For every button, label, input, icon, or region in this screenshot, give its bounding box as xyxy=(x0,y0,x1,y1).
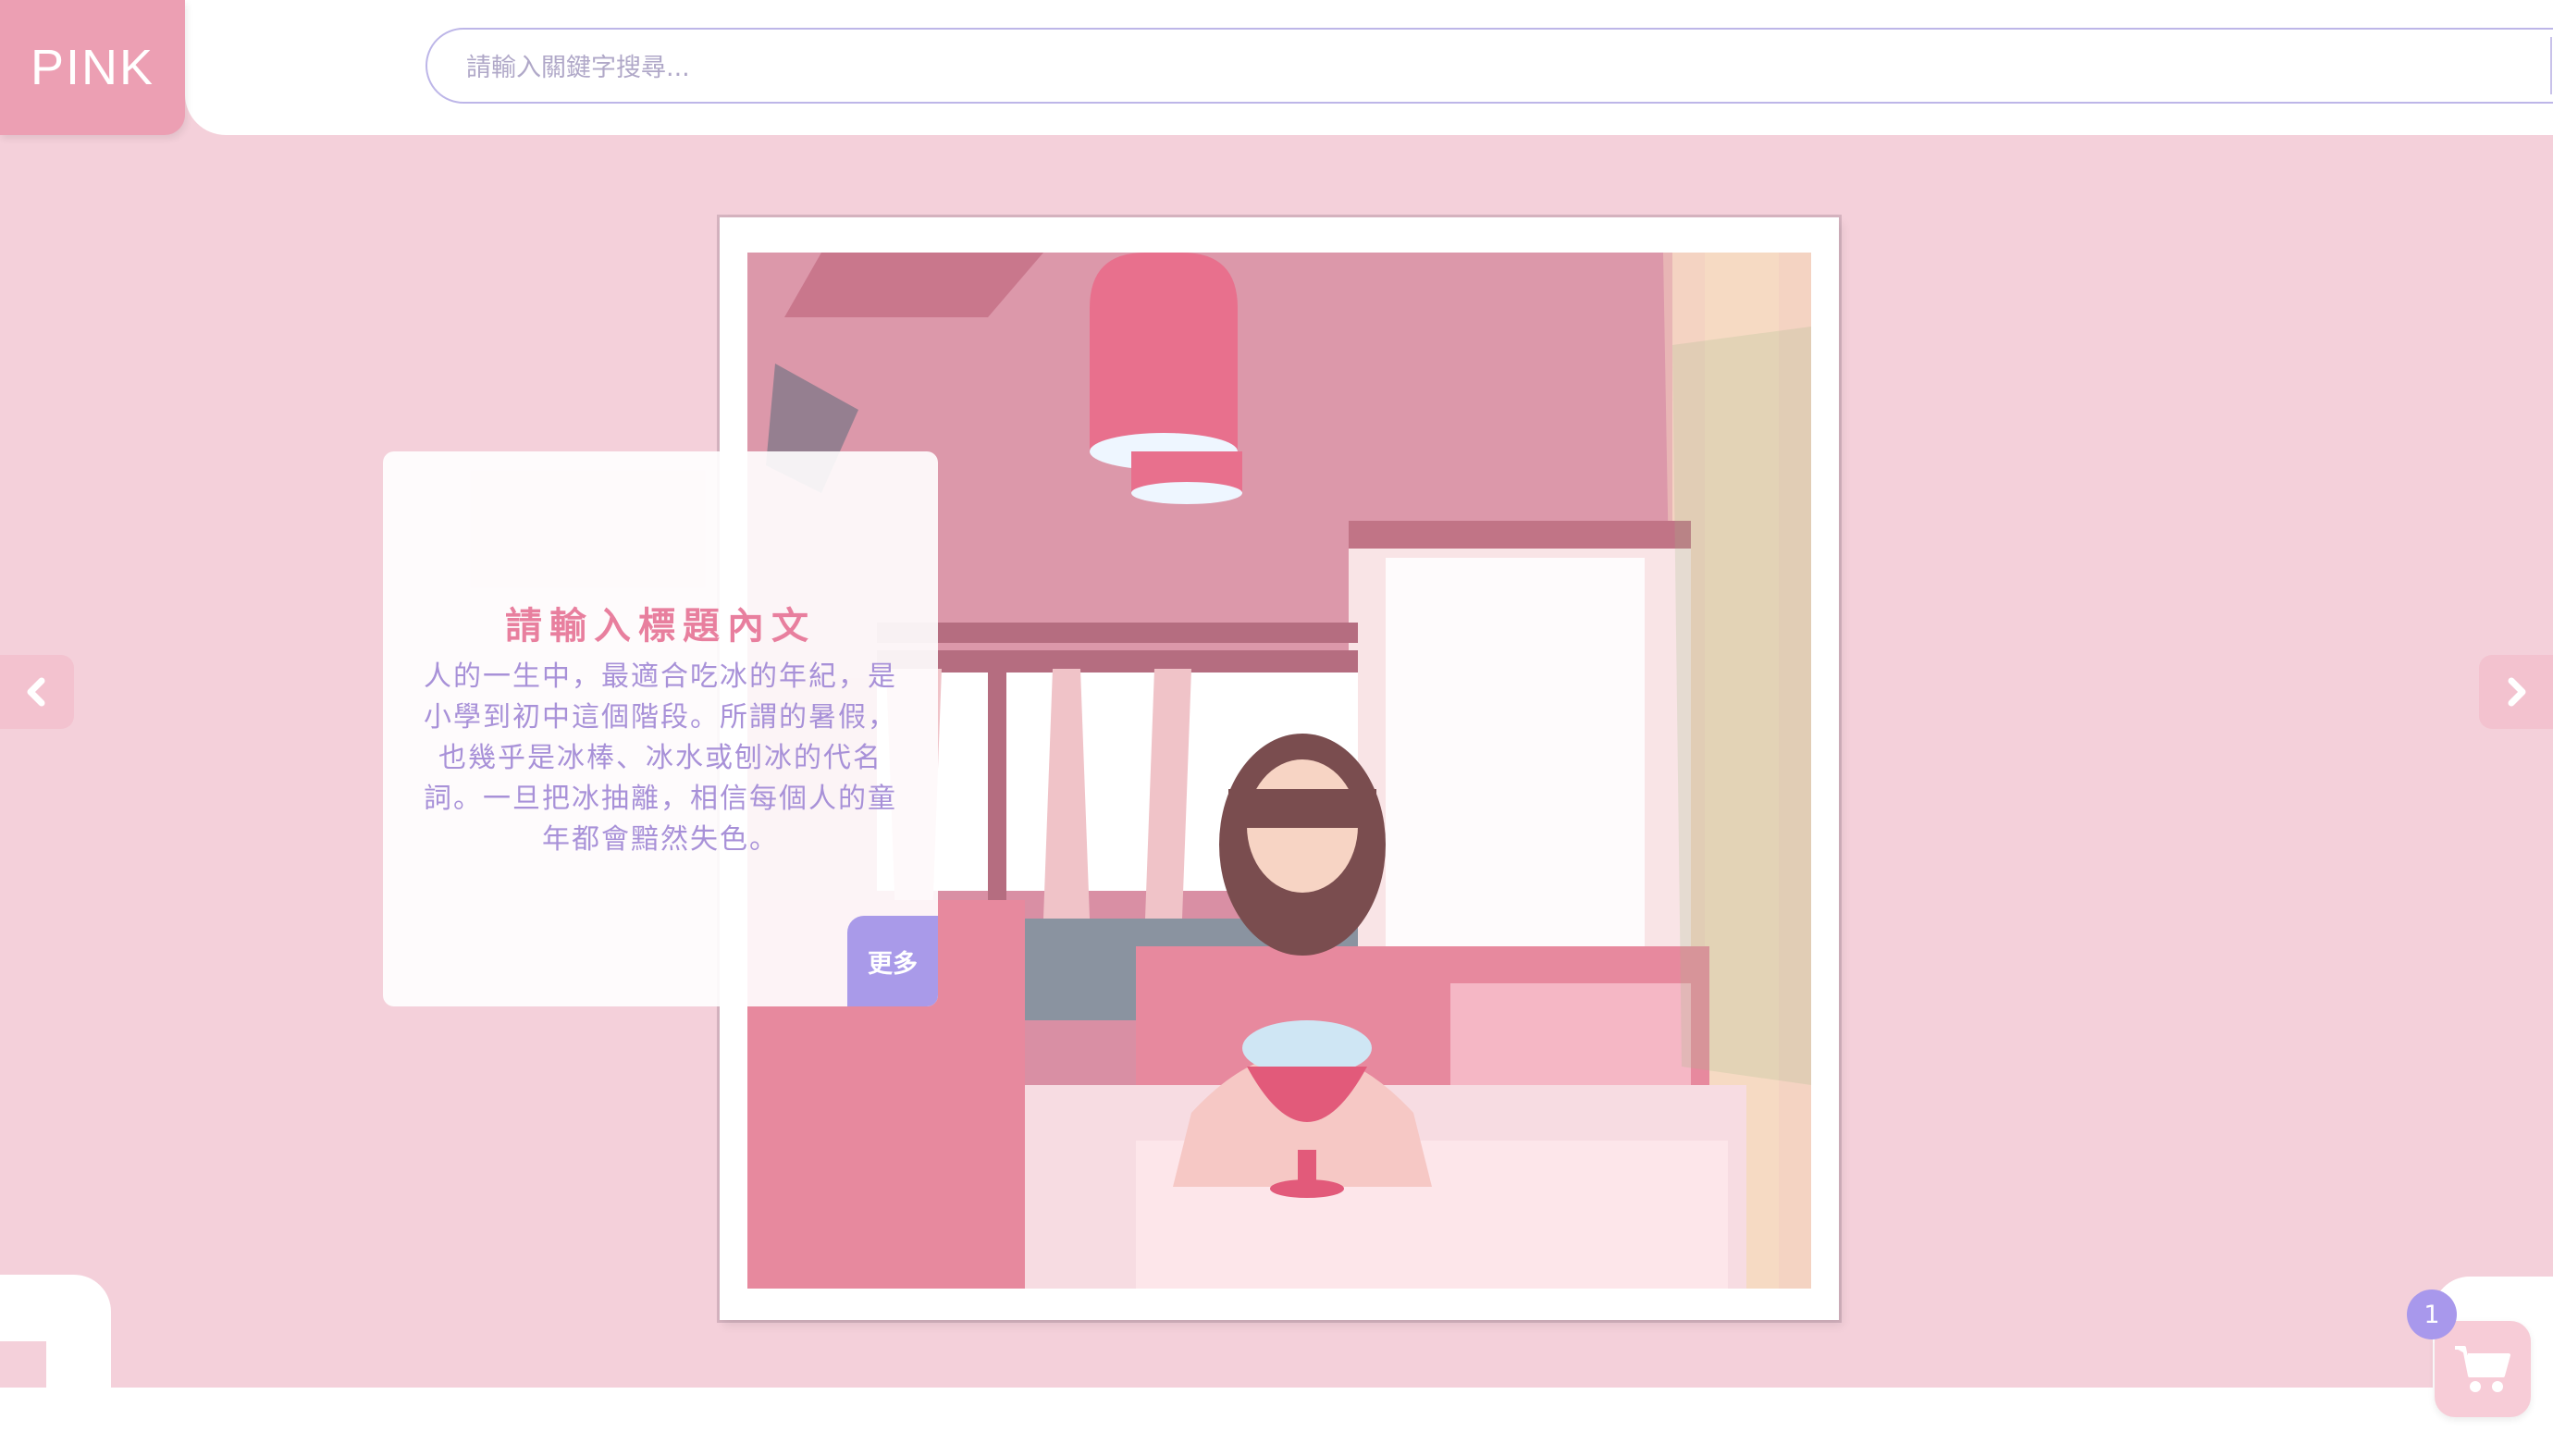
cart-button[interactable] xyxy=(2435,1321,2531,1417)
footer-strip xyxy=(0,1388,2553,1456)
hero-description: 人的一生中，最適合吃冰的年紀，是小學到初中這個階段。所謂的暑假，也幾乎是冰棒、冰… xyxy=(424,660,897,856)
chevron-left-icon xyxy=(27,677,45,707)
chevron-right-icon xyxy=(2508,677,2526,707)
cart-count-badge: 1 xyxy=(2407,1289,2457,1339)
carousel-next-button[interactable] xyxy=(2479,655,2553,729)
carousel-prev-button[interactable] xyxy=(0,655,74,729)
search-input[interactable] xyxy=(464,39,2457,96)
header-bar xyxy=(185,0,2553,135)
more-button[interactable]: 更多 xyxy=(847,916,938,1006)
shopping-cart-icon xyxy=(2455,1346,2510,1392)
bottom-left-notch xyxy=(0,1341,46,1388)
search-divider xyxy=(2550,37,2552,94)
search-bar xyxy=(426,28,2553,104)
hero-title: 請輸入標題內文 xyxy=(505,605,816,648)
brand-logo[interactable]: PINK xyxy=(0,0,185,135)
hero-card: 請輸入標題內文 人的一生中，最適合吃冰的年紀，是小學到初中這個階段。所謂的暑假，… xyxy=(383,451,938,1006)
